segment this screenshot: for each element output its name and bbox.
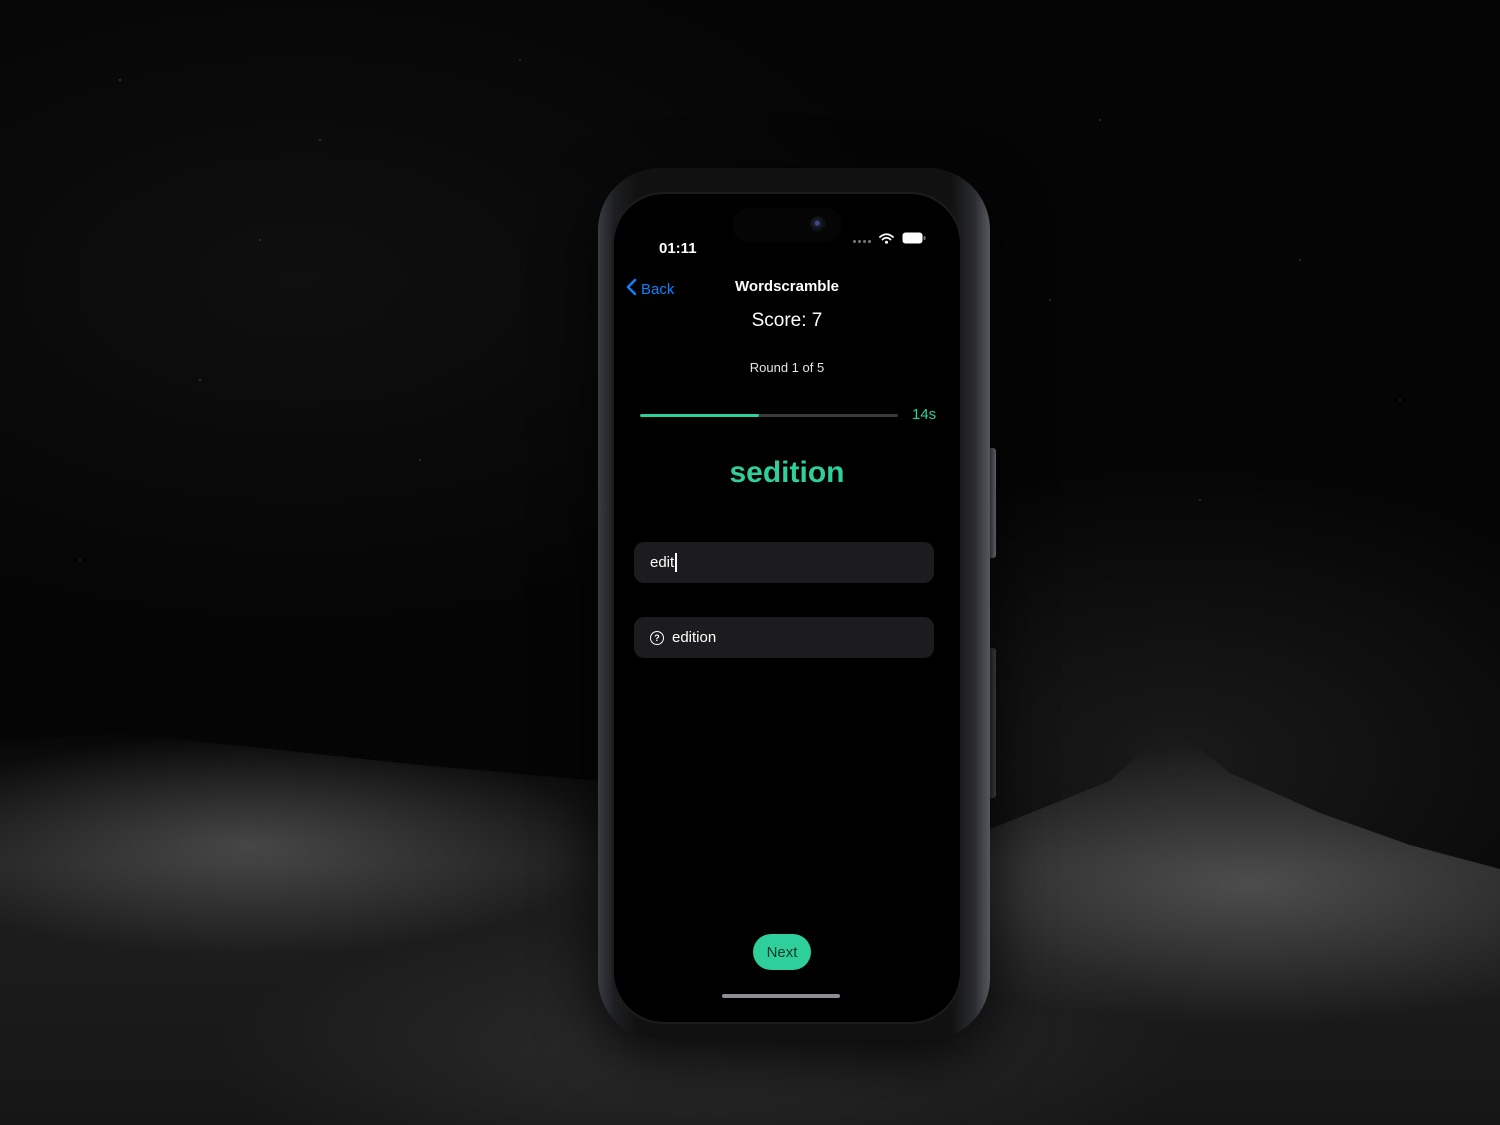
scrambled-word: sedition xyxy=(729,456,845,489)
round-label: Round 1 of 5 xyxy=(749,360,825,375)
guessed-word: edition xyxy=(672,629,717,646)
page-title: Wordscramble xyxy=(735,278,839,295)
scene-background: 01:11 Back Wordscramble Score: 7 Round 1… xyxy=(0,0,1500,1125)
side-button xyxy=(990,448,996,558)
cellular-signal-icon xyxy=(853,239,871,243)
battery-icon xyxy=(902,232,926,244)
timer-progress-fill xyxy=(640,414,759,417)
score-label: Score: 7 xyxy=(751,310,823,331)
phone-screen: 01:11 Back Wordscramble Score: 7 Round 1… xyxy=(612,192,962,1024)
home-indicator[interactable] xyxy=(722,994,840,998)
status-icons xyxy=(853,232,926,244)
next-button[interactable]: Next xyxy=(753,934,811,970)
timer-label: 14s xyxy=(912,406,937,423)
guess-input[interactable]: edit xyxy=(634,542,934,583)
list-item: ? edition xyxy=(634,617,934,658)
timer-progress-bar xyxy=(640,414,898,417)
guess-input-value: edit xyxy=(650,554,675,571)
wifi-icon xyxy=(879,232,894,244)
text-cursor xyxy=(675,553,677,572)
camera-icon xyxy=(810,216,826,232)
status-time: 01:11 xyxy=(659,240,697,257)
side-band xyxy=(990,648,996,798)
phone-frame: 01:11 Back Wordscramble Score: 7 Round 1… xyxy=(598,168,996,1040)
question-circle-icon: ? xyxy=(650,630,664,645)
